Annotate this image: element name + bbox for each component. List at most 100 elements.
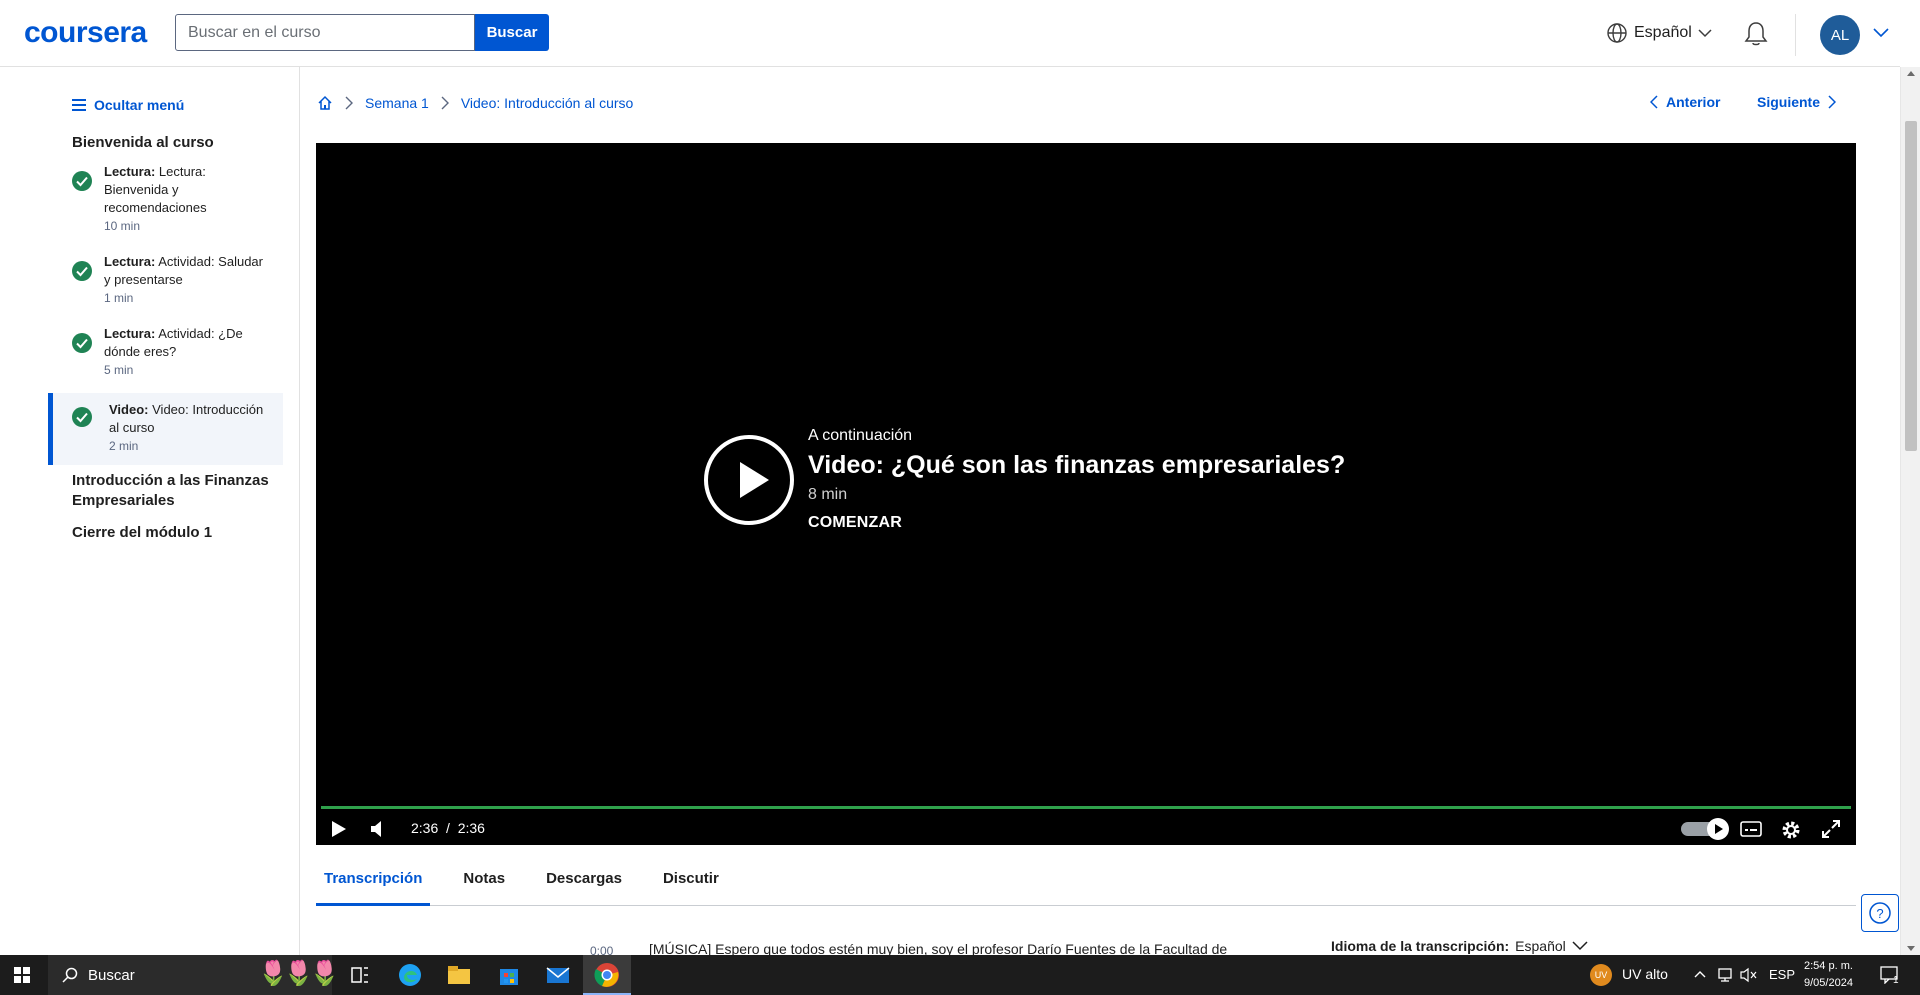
course-search: Buscar <box>175 14 549 51</box>
captions-icon[interactable] <box>1740 820 1762 838</box>
mail-icon[interactable] <box>545 962 571 988</box>
breadcrumb: Semana 1 Video: Introducción al curso <box>317 95 633 111</box>
sidebar-item-actividad-saludar[interactable]: Lectura: Actividad: Saludar y presentars… <box>48 253 283 305</box>
scrollbar-thumb[interactable] <box>1905 121 1917 451</box>
item-label: Lectura: Actividad: ¿De dónde eres? <box>104 326 243 359</box>
up-next-panel: A continuación Video: ¿Qué son las finan… <box>808 427 1345 532</box>
hide-menu-label: Ocultar menú <box>94 97 185 113</box>
transcript-language-value: Español <box>1515 938 1566 954</box>
chevron-left-icon <box>1650 95 1658 109</box>
scroll-down-icon[interactable] <box>1907 946 1915 951</box>
chevron-down-icon[interactable] <box>1873 28 1889 38</box>
module-title[interactable]: Bienvenida al curso <box>72 133 272 153</box>
sidebar-item-lectura-bienvenida[interactable]: Lectura: Lectura: Bienvenida y recomenda… <box>48 163 283 233</box>
windows-taskbar: Buscar 🌷🌷🌷 UV UV alto ESP 2:54 p. m. 9/0… <box>0 955 1920 995</box>
notification-count: 1 <box>1893 975 1899 986</box>
item-label: Video: Video: Introducción al curso <box>109 402 264 435</box>
total-time: 2:36 <box>457 820 485 836</box>
tulips-widget-icon[interactable]: 🌷🌷🌷 <box>258 959 340 988</box>
start-button[interactable]: COMENZAR <box>808 514 1345 532</box>
previous-label: Anterior <box>1666 94 1721 110</box>
clock-time: 2:54 p. m. <box>1804 960 1853 972</box>
play-icon <box>1715 824 1723 834</box>
search-button[interactable]: Buscar <box>475 14 549 51</box>
transcript-language-label: Idioma de la transcripción: <box>1331 938 1510 954</box>
weather-label[interactable]: UV alto <box>1622 966 1668 982</box>
content-tabs: Transcripción Notas Descargas Discutir <box>316 862 1856 906</box>
svg-text:?: ? <box>1876 906 1883 921</box>
hide-menu-button[interactable]: Ocultar menú <box>72 97 184 113</box>
video-player[interactable]: A continuación Video: ¿Qué son las finan… <box>316 143 1856 845</box>
network-icon[interactable] <box>1716 967 1734 983</box>
module-title[interactable]: Cierre del módulo 1 <box>72 523 272 543</box>
top-header: coursera Buscar Español AL <box>0 0 1900 67</box>
avatar[interactable]: AL <box>1820 15 1860 55</box>
task-view-icon[interactable] <box>347 962 373 988</box>
item-duration: 2 min <box>109 439 139 453</box>
chevron-down-icon <box>1698 29 1712 38</box>
item-duration: 1 min <box>104 291 134 305</box>
volume-muted-icon[interactable] <box>1740 967 1758 983</box>
up-next-title[interactable]: Video: ¿Qué son las finanzas empresarial… <box>808 451 1345 480</box>
time-separator: / <box>446 820 450 836</box>
search-input[interactable] <box>175 14 475 51</box>
sidebar-item-video-introduccion[interactable]: Video: Video: Introducción al curso 2 mi… <box>48 393 283 465</box>
check-circle-icon <box>72 333 92 353</box>
taskbar-clock[interactable]: 2:54 p. m. 9/05/2024 <box>1804 958 1853 992</box>
volume-muted-icon[interactable] <box>370 820 384 838</box>
header-divider <box>1795 14 1796 56</box>
uv-badge[interactable]: UV <box>1590 964 1612 986</box>
next-label: Siguiente <box>1757 94 1821 110</box>
item-label: Lectura: Lectura: Bienvenida y recomenda… <box>104 164 207 215</box>
module-title[interactable]: Introducción a las Finanzas Empresariale… <box>72 471 272 511</box>
up-next-duration: 8 min <box>808 486 848 503</box>
player-controls: 2:36 / 2:36 <box>316 813 1856 845</box>
autoplay-toggle[interactable] <box>1681 818 1729 840</box>
check-circle-icon <box>72 407 92 427</box>
coursera-logo[interactable]: coursera <box>24 16 147 50</box>
play-next-button[interactable] <box>703 434 795 526</box>
input-language[interactable]: ESP <box>1769 967 1795 982</box>
store-icon[interactable] <box>496 962 522 988</box>
fullscreen-icon[interactable] <box>1822 820 1840 838</box>
windows-start-icon[interactable] <box>14 967 30 983</box>
progress-bar[interactable] <box>321 806 1851 809</box>
chrome-browser-icon <box>594 963 619 987</box>
taskbar-active-app[interactable] <box>583 955 631 995</box>
time-display: 2:36 / 2:36 <box>411 820 485 836</box>
scroll-up-icon[interactable] <box>1907 71 1915 76</box>
up-next-label: A continuación <box>808 427 913 444</box>
transcript-language-select[interactable]: Idioma de la transcripción: Español <box>1331 938 1588 954</box>
help-icon: ? <box>1869 902 1891 924</box>
globe-icon <box>1607 23 1627 43</box>
tab-transcripcion[interactable]: Transcripción <box>316 862 431 906</box>
tab-discutir[interactable]: Discutir <box>655 862 727 906</box>
tab-notas[interactable]: Notas <box>455 862 513 906</box>
chevron-up-icon[interactable] <box>1694 970 1706 978</box>
toggle-knob <box>1707 818 1729 840</box>
page-scrollbar[interactable] <box>1900 67 1920 955</box>
search-icon <box>62 967 78 983</box>
edge-browser-icon[interactable] <box>397 962 423 988</box>
breadcrumb-week[interactable]: Semana 1 <box>365 95 429 111</box>
language-switcher[interactable]: Español <box>1606 22 1712 44</box>
chevron-down-icon <box>1572 941 1588 951</box>
item-duration: 10 min <box>104 219 141 233</box>
course-sidebar: Ocultar menú Bienvenida al curso Lectura… <box>0 67 300 955</box>
home-icon[interactable] <box>317 95 333 111</box>
play-icon[interactable] <box>331 820 347 838</box>
menu-icon <box>72 99 86 111</box>
chevron-right-icon <box>441 96 449 110</box>
language-label: Español <box>1634 24 1692 41</box>
chevron-right-icon <box>1828 95 1837 109</box>
notifications-button[interactable] <box>1743 20 1769 53</box>
tab-descargas[interactable]: Descargas <box>538 862 630 906</box>
help-button[interactable]: ? <box>1861 894 1899 932</box>
previous-button[interactable]: Anterior <box>1650 94 1720 110</box>
sidebar-item-actividad-de-donde[interactable]: Lectura: Actividad: ¿De dónde eres? 5 mi… <box>48 325 283 377</box>
file-explorer-icon[interactable] <box>446 962 472 988</box>
breadcrumb-current[interactable]: Video: Introducción al curso <box>461 95 634 111</box>
clock-date: 9/05/2024 <box>1804 977 1853 989</box>
next-button[interactable]: Siguiente <box>1757 94 1837 110</box>
settings-gear-icon[interactable] <box>1781 820 1801 840</box>
